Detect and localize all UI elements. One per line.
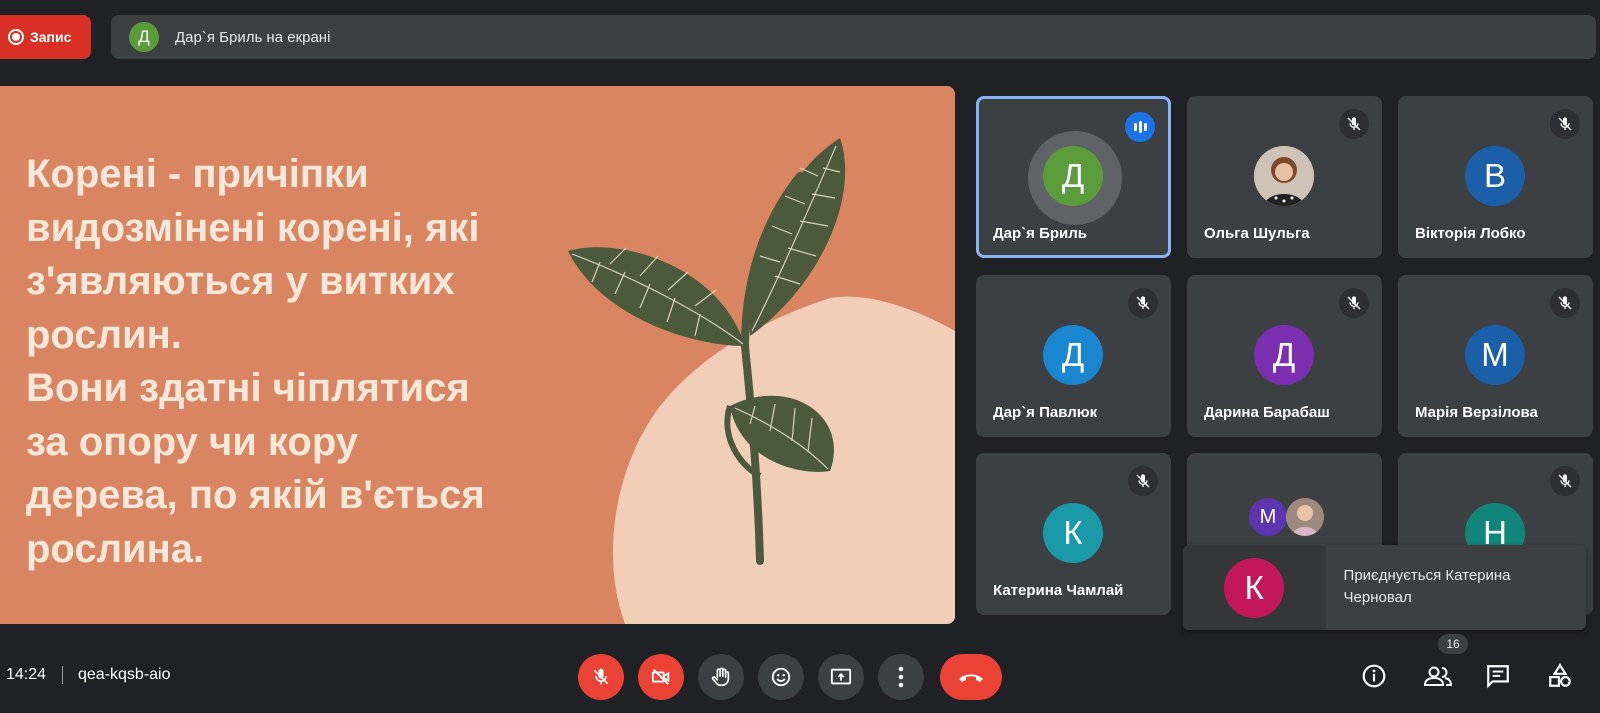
avatar: В [1465, 146, 1525, 206]
participant-tile[interactable]: Ольга Шульга [1187, 96, 1382, 258]
mic-off-button[interactable] [578, 654, 624, 700]
toast-avatar-panel: К [1183, 545, 1326, 630]
participant-name: Ольга Шульга [1204, 225, 1310, 242]
people-button[interactable] [1422, 660, 1454, 692]
participant-name: Вікторія Лобко [1415, 225, 1526, 242]
more-options-button[interactable] [878, 654, 924, 700]
mic-off-icon [1550, 466, 1580, 496]
audio-level-icon [1125, 112, 1155, 142]
join-notification-text: Приєднується Катерина Черновал [1343, 567, 1511, 606]
meeting-info-button[interactable] [1358, 660, 1390, 692]
participant-tile[interactable]: Д Дар`я Бриль [976, 96, 1171, 258]
slide-line: Корені - причіпки [26, 152, 369, 196]
meeting-time: 14:24 [6, 666, 47, 683]
more-vert-icon [898, 666, 904, 688]
slide-text: Корені - причіпки видозмінені корені, як… [26, 148, 566, 576]
recording-indicator[interactable]: Запис [0, 15, 91, 59]
avatar: Д [1043, 325, 1103, 385]
slide-line: Вони здатні чіплятися [26, 366, 470, 410]
participant-tile[interactable]: Д Дарина Барабаш [1187, 275, 1382, 437]
divider [62, 666, 63, 684]
hand-icon [711, 667, 730, 687]
presenting-text: Дар`я Бриль на екрані [175, 28, 331, 46]
participant-tile[interactable]: Д Дар`я Павлюк [976, 275, 1171, 437]
slide-line: з'являються у витких [26, 259, 455, 303]
presenter-avatar: Д [129, 22, 159, 52]
avatar-photo [1286, 498, 1324, 536]
record-icon [8, 29, 24, 45]
people-count-badge: 16 [1438, 634, 1468, 654]
chat-button[interactable] [1482, 660, 1514, 692]
mic-off-icon [1339, 109, 1369, 139]
avatar: К [1224, 557, 1285, 618]
participant-name: Дар`я Павлюк [993, 404, 1098, 421]
avatar: Д [1254, 325, 1314, 385]
join-notification: К Приєднується Катерина Черновал [1183, 545, 1586, 630]
people-icon [1423, 666, 1453, 686]
camera-off-icon [651, 669, 670, 685]
activities-icon [1549, 663, 1571, 687]
avatar: М [1465, 325, 1525, 385]
participant-name: Катерина Чамлай [993, 582, 1124, 599]
avatar: Д [1043, 146, 1103, 206]
avatar: М [1249, 498, 1287, 536]
emoji-icon [771, 667, 791, 687]
mic-off-icon [593, 668, 609, 685]
mic-off-icon [1550, 109, 1580, 139]
person-photo-icon [1254, 146, 1314, 206]
slide-line: за опору чи кору [26, 419, 359, 464]
slide-line: дерева, по якій в'ється [26, 473, 485, 517]
mic-off-icon [1550, 288, 1580, 318]
present-button[interactable] [818, 654, 864, 700]
shared-slide: Корені - причіпки видозмінені корені, як… [0, 86, 955, 624]
person-photo-icon [1286, 498, 1324, 536]
raise-hand-button[interactable] [698, 654, 744, 700]
end-call-button[interactable] [940, 654, 1002, 700]
end-call-icon [959, 674, 983, 682]
avatar-photo [1254, 146, 1314, 206]
participant-tile[interactable]: К Катерина Чамлай [976, 453, 1171, 615]
participant-name: Дарина Барабаш [1204, 404, 1330, 421]
slide-line: рослина. [26, 526, 205, 571]
present-icon [830, 668, 852, 685]
chat-icon [1487, 665, 1509, 689]
mic-off-icon [1128, 288, 1158, 318]
avatar: К [1043, 503, 1103, 563]
activities-button[interactable] [1544, 660, 1576, 692]
participant-tile[interactable]: В Вікторія Лобко [1398, 96, 1593, 258]
participant-name: Дар`я Бриль [993, 225, 1088, 242]
participant-name: Марія Верзілова [1415, 404, 1538, 421]
slide-line: видозмінені корені, які [26, 205, 480, 250]
presenting-banner: Д Дар`я Бриль на екрані [111, 15, 1596, 59]
slide-line: рослин. [26, 312, 182, 357]
mic-off-icon [1339, 288, 1369, 318]
recording-label: Запис [30, 29, 72, 45]
info-icon [1362, 664, 1386, 688]
mic-off-icon [1128, 466, 1158, 496]
participant-tile[interactable]: М Марія Верзілова [1398, 275, 1593, 437]
emoji-button[interactable] [758, 654, 804, 700]
meeting-code: qea-kqsb-aio [78, 666, 171, 683]
camera-off-button[interactable] [638, 654, 684, 700]
